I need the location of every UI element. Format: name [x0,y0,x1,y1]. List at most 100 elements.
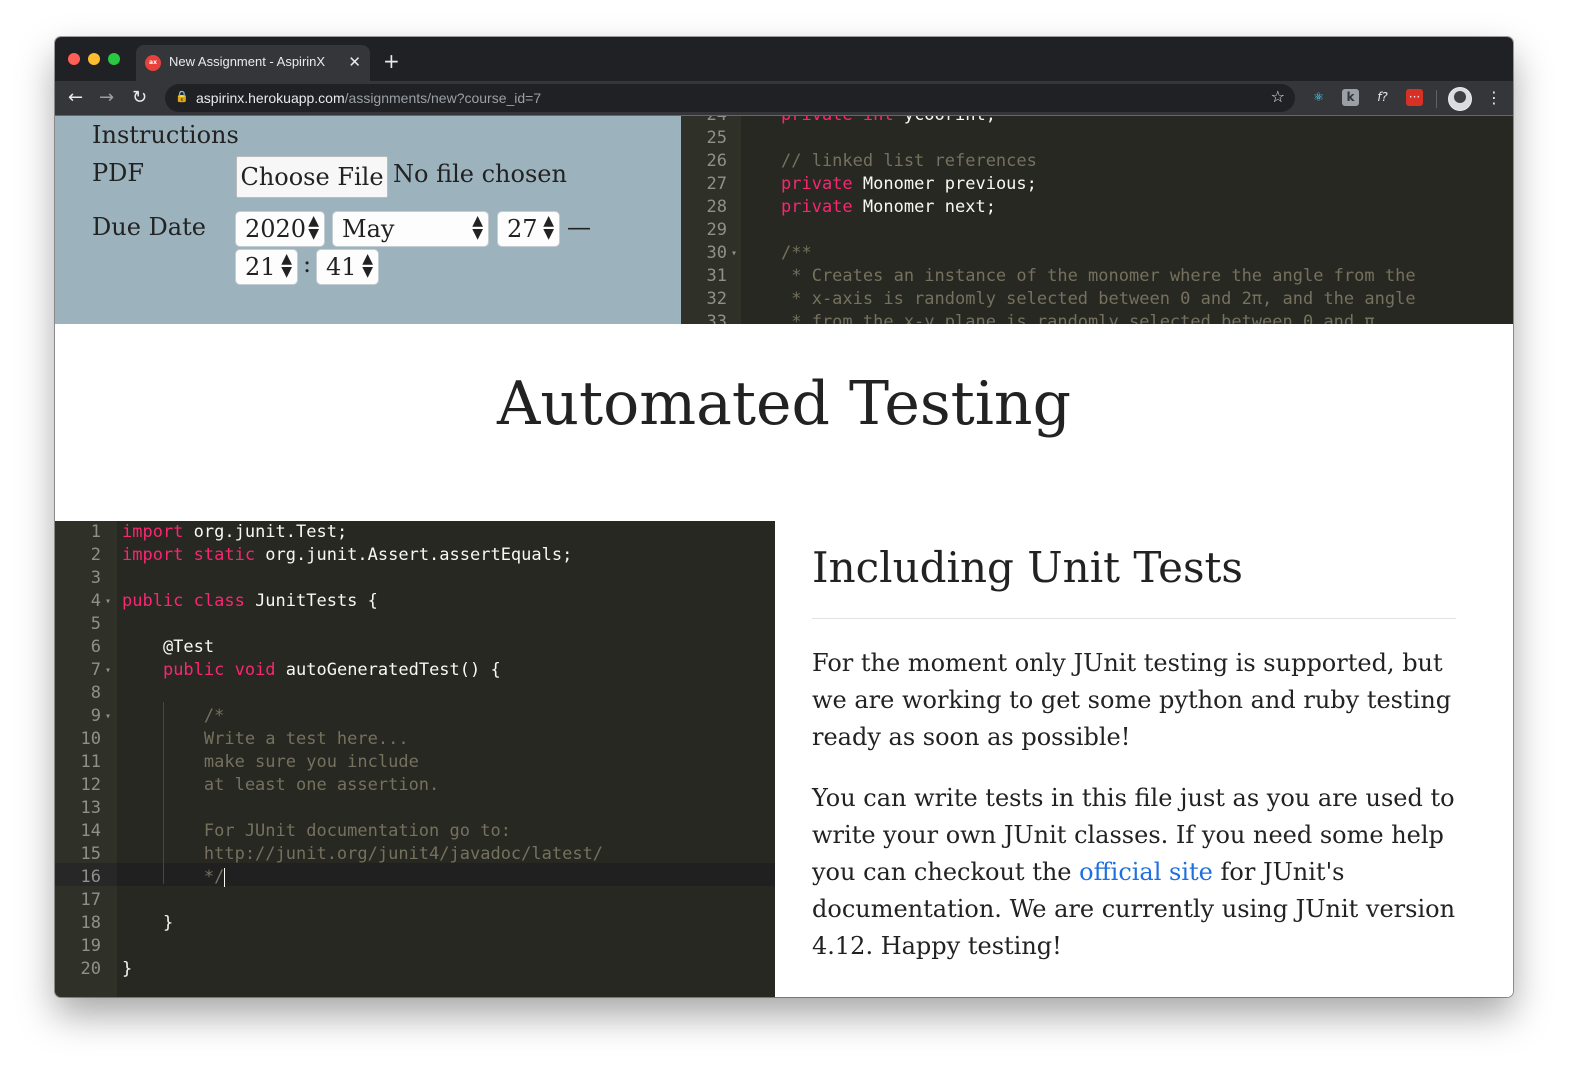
code-line: 27 private Monomer previous; [681,173,1513,196]
month-value: May [342,215,395,243]
active-tab[interactable]: ax New Assignment - AspirinX ✕ [136,45,370,81]
avatar-head [1454,91,1466,103]
address-bar[interactable]: 🔒 aspirinx.herokuapp.com/assignments/new… [165,84,1295,112]
code-text: // linked list references [781,150,1037,173]
code-token: org.junit.Test; [183,522,348,542]
official-site-link[interactable]: official site [1079,858,1213,886]
code-line: 19 [55,935,775,958]
code-keyword: import [122,522,184,542]
code-line: 16 */ [55,866,775,889]
code-line: 6 @Test [55,636,775,659]
code-text: * from the x-y plane is randomly selecte… [781,311,1385,324]
spinner-arrows-icon: ▲ ▼ [281,251,292,280]
red-extension-icon[interactable]: ··· [1406,89,1423,106]
spinner-arrows-icon: ▲ ▼ [472,213,483,242]
code-token: org.junit.Assert.assertEquals; [255,545,573,565]
fold-toggle-icon[interactable]: ▾ [731,242,737,265]
code-text: Write a test here... [122,728,409,751]
hour-value: 21 [245,253,276,281]
lock-icon: 🔒 [175,90,189,103]
code-text: * x-axis is randomly selected between 0 … [781,288,1416,311]
day-select[interactable]: 27 ▲ ▼ [497,211,560,247]
tab-title: New Assignment - AspirinX [169,54,326,69]
code-line: 17 [55,889,775,912]
reload-button[interactable]: ↻ [132,87,147,108]
line-number: 12 [80,775,101,795]
line-number: 33 [706,312,727,324]
new-tab-button[interactable]: + [383,49,400,73]
choose-file-button[interactable]: Choose File [236,156,388,198]
hour-select[interactable]: 21 ▲ ▼ [235,249,298,285]
code-keyword: private [781,197,853,217]
assignment-form: Instructions PDF Choose File No file cho… [55,116,681,324]
code-line: 4 ▾ public class JunitTests { [55,590,775,613]
fold-toggle-icon[interactable]: ▾ [105,705,111,728]
back-button[interactable]: ← [68,87,83,108]
code-comment: * Creates an instance of the monomer whe… [781,266,1416,286]
code-line: 25 [681,127,1513,150]
date-time-separator: — [567,213,591,241]
month-select[interactable]: May ▲ ▼ [332,211,489,247]
code-text: /** [781,242,812,265]
minimize-window-button[interactable] [88,53,100,65]
line-number: 3 [90,568,101,588]
line-number: 30 [706,243,727,263]
code-line: 3 [55,567,775,590]
close-window-button[interactable] [68,53,80,65]
extension-k-icon[interactable]: k [1342,89,1359,106]
url-host: aspirinx.herokuapp.com [196,90,345,106]
profile-avatar[interactable] [1448,87,1472,111]
text-cursor [224,867,226,887]
code-comment: // linked list references [781,151,1037,171]
info-heading: Including Unit Tests [812,543,1243,592]
code-line: 13 [55,797,775,820]
code-text: private Monomer next; [781,196,996,219]
line-number: 25 [706,128,727,148]
fold-toggle-icon[interactable]: ▾ [105,590,111,613]
code-line: 2 import static org.junit.Assert.assertEq… [55,544,775,567]
code-line: 18 } [55,912,775,935]
browser-window: ax New Assignment - AspirinX ✕ + ← → ↻ 🔒… [55,37,1513,997]
code-line: 11 make sure you include [55,751,775,774]
formula-icon[interactable]: f? [1374,89,1391,106]
line-number: 8 [90,683,101,703]
code-comment: make sure you include [122,752,419,772]
code-text: private Monomer previous; [781,173,1037,196]
line-number: 10 [80,729,101,749]
code-comment: http://junit.org/junit4/javadoc/latest/ [122,844,604,864]
info-paragraph-2: You can write tests in this file just as… [812,780,1462,965]
maximize-window-button[interactable] [108,53,120,65]
tab-bar: ax New Assignment - AspirinX ✕ + [55,37,1513,81]
tab-close-icon[interactable]: ✕ [348,53,361,71]
bookmark-star-icon[interactable]: ☆ [1271,87,1285,106]
line-number: 5 [90,614,101,634]
forward-button[interactable]: → [99,87,114,108]
react-devtools-icon[interactable]: ⚛ [1310,89,1327,106]
line-number: 14 [80,821,101,841]
year-select[interactable]: 2020 ▲ ▼ [235,211,325,247]
browser-menu-icon[interactable]: ⋮ [1486,88,1502,107]
code-comment: * x-axis is randomly selected between 0 … [781,289,1416,309]
code-comment: at least one assertion. [122,775,440,795]
code-token: ycoorint; [904,116,996,125]
code-token: Monomer next; [852,197,996,217]
code-text: http://junit.org/junit4/javadoc/latest/ [122,843,603,866]
section-title: Automated Testing [497,369,1071,439]
minute-select[interactable]: 41 ▲ ▼ [316,249,379,285]
code-line: 26 // linked list references [681,150,1513,173]
spinner-arrows-icon: ▲ ▼ [308,213,319,242]
code-text: @Test [122,636,214,659]
fold-toggle-icon[interactable]: ▾ [105,659,111,682]
line-number: 15 [80,844,101,864]
code-text: private int ycoorint; [781,116,996,127]
code-text: at least one assertion. [122,774,439,797]
info-paragraph-1: For the moment only JUnit testing is sup… [812,649,1452,751]
code-line: 31 * Creates an instance of the monomer … [681,265,1513,288]
toolbar-divider [1436,90,1437,108]
source-code-editor[interactable]: 24 private int ycoorint; 25 26 // linked lis… [681,116,1513,324]
url-path: /assignments/new?course_id=7 [344,90,542,106]
test-code-editor[interactable]: 1 import org.junit.Test; 2 import static or… [55,521,775,997]
line-number: 20 [80,959,101,979]
year-value: 2020 [245,215,307,243]
